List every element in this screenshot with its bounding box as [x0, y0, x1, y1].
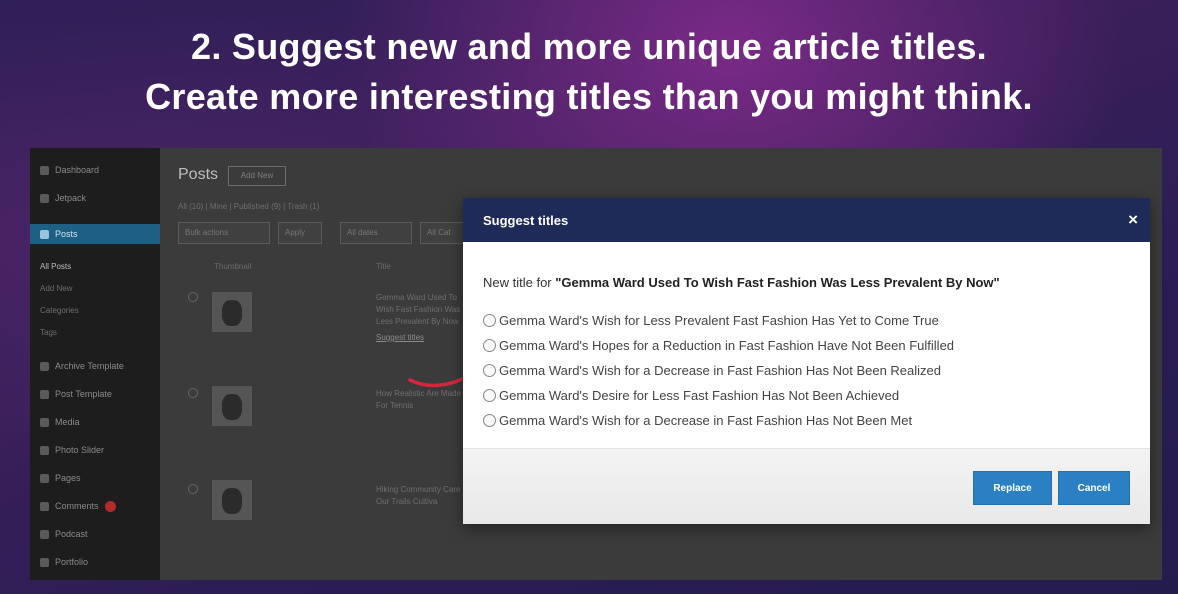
table-row[interactable]: Hiking Community Care Our Trails Cultiva: [376, 484, 466, 508]
sidebar-item-label: All Posts: [40, 261, 72, 271]
title-option[interactable]: Gemma Ward's Desire for Less Fast Fashio…: [483, 383, 954, 408]
suggest-titles-link[interactable]: Suggest titles: [376, 332, 466, 344]
dashboard-icon: [40, 165, 49, 175]
sidebar-item-pages[interactable]: Pages: [40, 468, 155, 488]
sidebar-item-tags[interactable]: Tags: [40, 322, 155, 342]
comments-icon: [40, 501, 49, 511]
post-thumbnail: [212, 292, 252, 332]
sidebar-item-jetpack[interactable]: Jetpack: [40, 188, 155, 208]
title-option[interactable]: Gemma Ward's Hopes for a Reduction in Fa…: [483, 333, 954, 358]
sidebar-item-label: Jetpack: [55, 193, 87, 203]
title-option[interactable]: Gemma Ward's Wish for a Decrease in Fast…: [483, 358, 954, 383]
sidebar-item-label: Categories: [40, 305, 79, 315]
portfolio-icon: [40, 557, 49, 567]
new-title-prompt: New title for "Gemma Ward Used To Wish F…: [483, 275, 1000, 290]
title-option-label[interactable]: Gemma Ward's Wish for a Decrease in Fast…: [499, 413, 912, 428]
pin-icon: [40, 229, 49, 239]
apply-button[interactable]: Apply: [278, 222, 322, 244]
sidebar-item-archive-template[interactable]: Archive Template: [40, 356, 155, 376]
sidebar-item-posts[interactable]: Posts: [30, 224, 160, 244]
original-title: "Gemma Ward Used To Wish Fast Fashion Wa…: [555, 275, 1000, 290]
headline: 2. Suggest new and more unique article t…: [0, 22, 1178, 122]
dialog-title: Suggest titles: [483, 213, 569, 228]
column-header-thumbnail[interactable]: Thumbnail: [214, 262, 251, 271]
sidebar-item-label: Podcast: [55, 529, 88, 539]
title-option[interactable]: Gemma Ward's Wish for a Decrease in Fast…: [483, 408, 954, 433]
sidebar-item-post-template[interactable]: Post Template: [40, 384, 155, 404]
sidebar-item-label: Archive Template: [55, 361, 124, 371]
headline-line-1: 2. Suggest new and more unique article t…: [191, 26, 987, 67]
post-title[interactable]: Hiking Community Care Our Trails Cultiva: [376, 484, 466, 508]
radio-button[interactable]: [483, 414, 496, 427]
sidebar-item-label: Add New: [40, 283, 73, 293]
sidebar-item-comments[interactable]: Comments: [40, 496, 155, 516]
title-option-label[interactable]: Gemma Ward's Wish for Less Prevalent Fas…: [499, 313, 939, 328]
media-icon: [40, 417, 49, 427]
sidebar-item-label: Comments: [55, 501, 99, 511]
row-checkbox[interactable]: [188, 388, 198, 398]
sidebar-item-categories[interactable]: Categories: [40, 300, 155, 320]
radio-button[interactable]: [483, 364, 496, 377]
sidebar-item-add-new[interactable]: Add New: [40, 278, 155, 298]
sidebar-item-label: Photo Slider: [55, 445, 105, 455]
table-row[interactable]: Gemma Ward Used To Wish Fast Fashion Was…: [376, 292, 466, 344]
radio-button[interactable]: [483, 389, 496, 402]
row-checkbox[interactable]: [188, 484, 198, 494]
sidebar-item-label: Media: [55, 417, 80, 427]
sidebar-item-label: Dashboard: [55, 165, 100, 175]
sidebar-item-label: Tags: [40, 327, 57, 337]
dialog-body: New title for "Gemma Ward Used To Wish F…: [463, 242, 1150, 448]
bulk-actions-select[interactable]: Bulk actions: [178, 222, 270, 244]
sidebar-item-media[interactable]: Media: [40, 412, 155, 432]
page-title: Posts: [178, 166, 219, 183]
row-checkbox[interactable]: [188, 292, 198, 302]
column-header-title[interactable]: Title: [376, 262, 391, 271]
slider-icon: [40, 445, 49, 455]
add-new-button[interactable]: Add New: [228, 166, 286, 186]
sidebar-item-label: Portfolio: [55, 557, 89, 567]
post-title[interactable]: Gemma Ward Used To Wish Fast Fashion Was…: [376, 292, 466, 328]
title-option-label[interactable]: Gemma Ward's Hopes for a Reduction in Fa…: [499, 338, 954, 353]
radio-button[interactable]: [483, 339, 496, 352]
pages-icon: [40, 473, 49, 483]
sidebar-item-all-posts[interactable]: All Posts: [40, 256, 155, 276]
title-option-label[interactable]: Gemma Ward's Desire for Less Fast Fashio…: [499, 388, 899, 403]
sidebar-item-label: Pages: [55, 473, 81, 483]
title-option-label[interactable]: Gemma Ward's Wish for a Decrease in Fast…: [499, 363, 941, 378]
sidebar-item-photo-slider[interactable]: Photo Slider: [40, 440, 155, 460]
sidebar-item-podcast[interactable]: Podcast: [40, 524, 155, 544]
dialog-header: Suggest titles ×: [463, 198, 1150, 242]
template-icon: [40, 361, 49, 371]
cancel-button[interactable]: Cancel: [1058, 471, 1130, 505]
replace-button[interactable]: Replace: [973, 471, 1052, 505]
podcast-icon: [40, 529, 49, 539]
radio-button[interactable]: [483, 314, 496, 327]
dialog-footer: Replace Cancel: [463, 448, 1150, 524]
sidebar-item-portfolio[interactable]: Portfolio: [40, 552, 155, 572]
template-icon: [40, 389, 49, 399]
admin-sidebar: Dashboard Jetpack Posts All Posts Add Ne…: [30, 148, 160, 580]
close-icon[interactable]: ×: [1128, 210, 1138, 230]
post-thumbnail: [212, 480, 252, 520]
post-thumbnail: [212, 386, 252, 426]
sidebar-item-label: Post Template: [55, 389, 112, 399]
title-options: Gemma Ward's Wish for Less Prevalent Fas…: [483, 308, 954, 433]
suggest-titles-dialog: Suggest titles × New title for "Gemma Wa…: [463, 198, 1150, 524]
jetpack-icon: [40, 193, 49, 203]
post-status-filters[interactable]: All (10) | Mine | Published (9) | Trash …: [178, 202, 319, 211]
sidebar-item-dashboard[interactable]: Dashboard: [40, 160, 155, 180]
title-option[interactable]: Gemma Ward's Wish for Less Prevalent Fas…: [483, 308, 954, 333]
notification-badge: [104, 500, 116, 512]
headline-line-2: Create more interesting titles than you …: [145, 76, 1033, 117]
dates-select[interactable]: All dates: [340, 222, 412, 244]
sidebar-item-label: Posts: [55, 229, 78, 239]
prompt-prefix: New title for: [483, 275, 556, 290]
